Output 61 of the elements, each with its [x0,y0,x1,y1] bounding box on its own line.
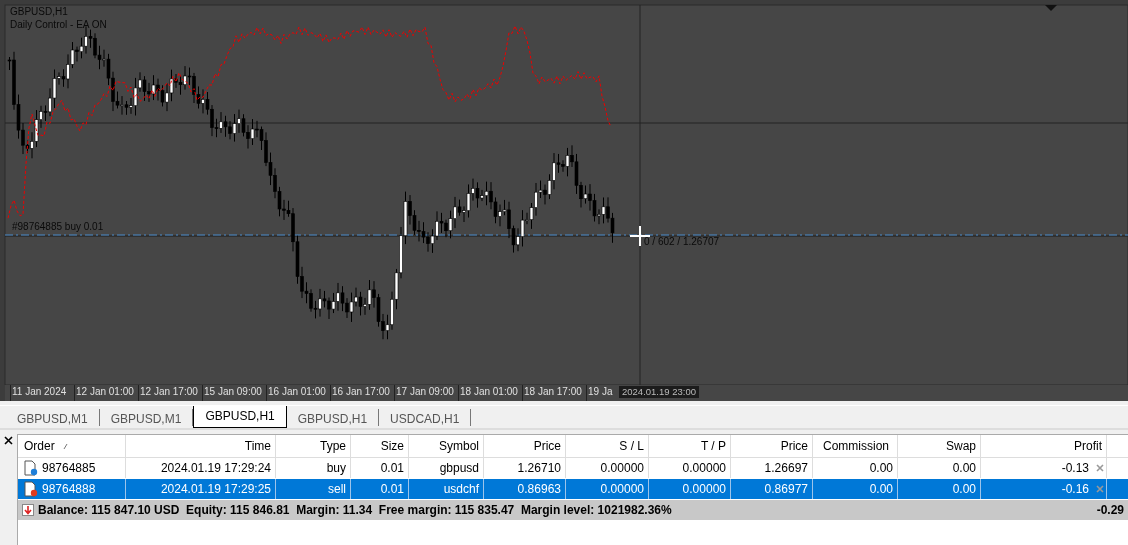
column-header[interactable]: Swap [945,439,976,453]
table-cell: 1.26710 [517,461,561,475]
chart-shift-icon[interactable] [1045,5,1057,11]
table-cell: 0.00000 [600,461,644,475]
time-axis-label: 12 Jan 01:00 [74,385,138,401]
chart-tab[interactable]: GBPUSD,H1 [193,406,287,428]
chart-tab[interactable]: GBPUSD,M1 [6,409,100,426]
column-header[interactable]: Time [244,439,271,453]
cursor-time-label: 2024.01.19 23:00 [619,386,699,398]
time-axis-label: 17 Jan 09:00 [394,385,458,401]
table-cell: 0.86963 [517,482,561,496]
crosshair-cursor-icon [629,225,651,247]
table-cell: 0.01 [380,461,404,475]
time-axis-label: 16 Jan 17:00 [330,385,394,401]
table-cell: -0.13 [1061,461,1089,475]
down-arrow-icon [22,504,34,516]
table-cell: 2024.01.19 17:29:24 [160,461,271,475]
sort-icon [62,442,68,450]
table-cell: 0.00 [952,461,976,475]
indicator-label: Daily Control - EA ON [10,19,107,30]
table-cell: gbpusd [439,461,479,475]
chart-tab[interactable]: USDCAD,H1 [379,409,472,426]
column-header[interactable]: Symbol [439,439,479,453]
total-profit: -0.29 [1095,503,1124,517]
table-cell: 0.00 [869,482,893,496]
table-cell: 98764888 [42,482,96,496]
table-cell: 1.26697 [764,461,808,475]
chart-tab[interactable]: GBPUSD,H1 [286,409,380,426]
order-label: #98764885 buy 0.01 [12,221,104,232]
column-header[interactable]: Profit [1074,439,1102,453]
table-cell: -0.16 [1061,482,1089,496]
time-axis-label: 18 Jan 17:00 [522,385,586,401]
column-header[interactable]: Price [533,439,561,453]
time-axis-label: 16 Jan 01:00 [266,385,330,401]
table-cell: buy [326,461,346,475]
account-summary: Balance: 115 847.10 USD Equity: 115 846.81 Margin: 11.34 Free margin: 115 835.47 Margin level: 1021982.36% [38,503,673,517]
table-cell: 0.00000 [682,461,726,475]
time-axis-label: 12 Jan 17:00 [138,385,202,401]
table-cell: 0.00 [869,461,893,475]
order-row[interactable]: 98764888 2024.01.19 17:29:25 sell 0.01 usdchf 0.86963 0.00000 0.00000 0.86977 0.00 0.00 -0.16 [18,479,1128,500]
table-cell: 98764885 [42,461,96,475]
table-cell: sell [328,482,346,496]
time-axis-label: 11 Jan 2024 [10,385,74,401]
table-cell: usdchf [443,482,479,496]
table-cell: 0.00000 [682,482,726,496]
close-icon[interactable] [4,436,13,445]
table-cell: 0.00000 [600,482,644,496]
time-axis-label: 18 Jan 01:00 [458,385,522,401]
column-header[interactable]: Order [24,439,55,453]
chart-title: GBPUSD,H1 [10,6,68,17]
table-cell: 2024.01.19 17:29:25 [160,482,271,496]
column-header[interactable]: Price [780,439,808,453]
time-axis-label: 15 Jan 09:00 [202,385,266,401]
column-header[interactable]: Type [320,439,346,453]
table-cell: 0.01 [380,482,404,496]
column-header[interactable]: T / P [700,439,726,453]
column-header[interactable]: S / L [619,439,644,453]
table-cell: 0.86977 [764,482,808,496]
column-header[interactable]: Commission [823,439,889,453]
column-header[interactable]: Size [380,439,404,453]
table-cell: 0.00 [952,482,976,496]
